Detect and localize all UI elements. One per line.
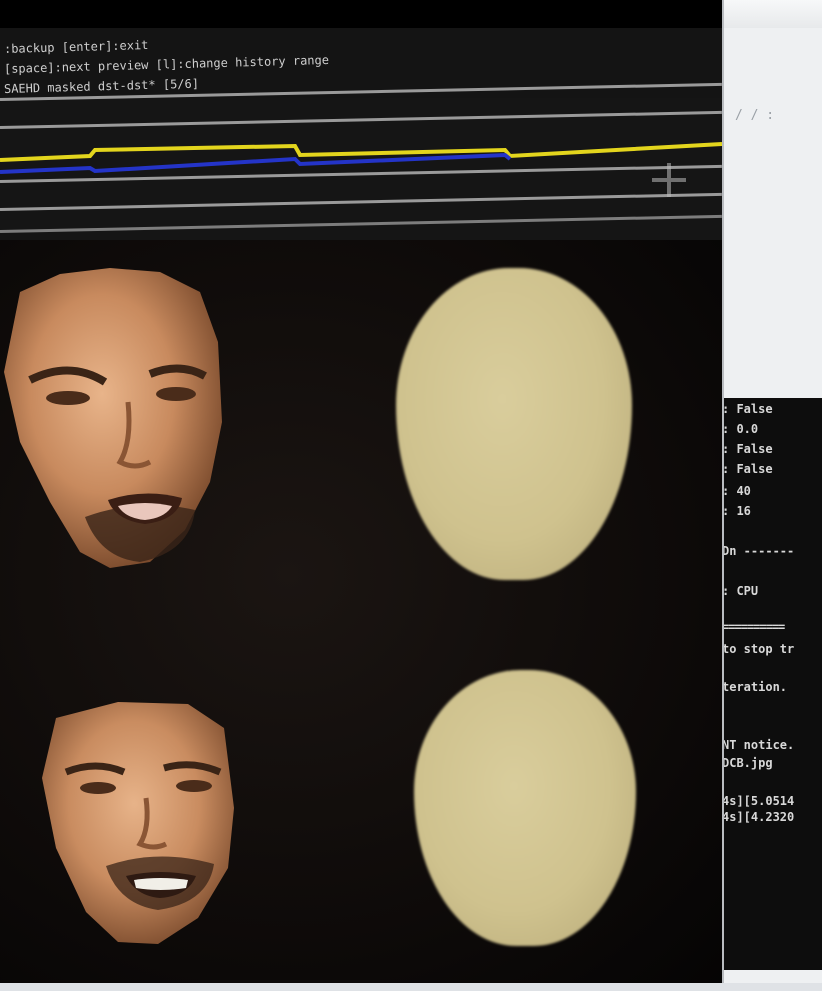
source-face-image [4, 268, 222, 568]
console-line: : False [722, 402, 773, 416]
console-line: DCB.jpg [722, 756, 773, 770]
console-line: ========== [722, 620, 785, 634]
training-preview-window[interactable]: :backup [enter]:exit [space]:next previe… [0, 0, 722, 983]
loss-history-graph [0, 82, 722, 240]
console-line: NT notice. [722, 738, 795, 752]
predicted-mask-bottom [414, 670, 636, 946]
loss-series-yellow [0, 142, 722, 162]
console-line: teration. [722, 680, 788, 694]
console-line: : CPU [722, 584, 759, 598]
preview-grid [0, 240, 722, 983]
loss-curves [0, 142, 722, 174]
console-line: : 0.0 [722, 422, 759, 436]
console-line: 4s][5.0514 [722, 794, 795, 808]
console-line: to stop tr [722, 642, 795, 656]
console-line: : False [722, 442, 773, 456]
console-window[interactable]: : False : 0.0 : False : False : 40 : 16 … [712, 398, 822, 970]
destination-face-image [42, 702, 234, 944]
help-line: :backup [enter]:exit [3, 37, 149, 56]
console-line: 4s][4.2320 [722, 810, 795, 824]
console-line: : 40 [722, 484, 751, 498]
predicted-mask-top [396, 268, 632, 580]
taskbar [0, 983, 822, 991]
crosshair-icon [652, 163, 686, 197]
side-fragment: / / : [735, 108, 775, 123]
console-line: : False [722, 462, 773, 476]
console-line: Dn ------- [722, 544, 795, 558]
console-line: : 16 [722, 504, 751, 518]
